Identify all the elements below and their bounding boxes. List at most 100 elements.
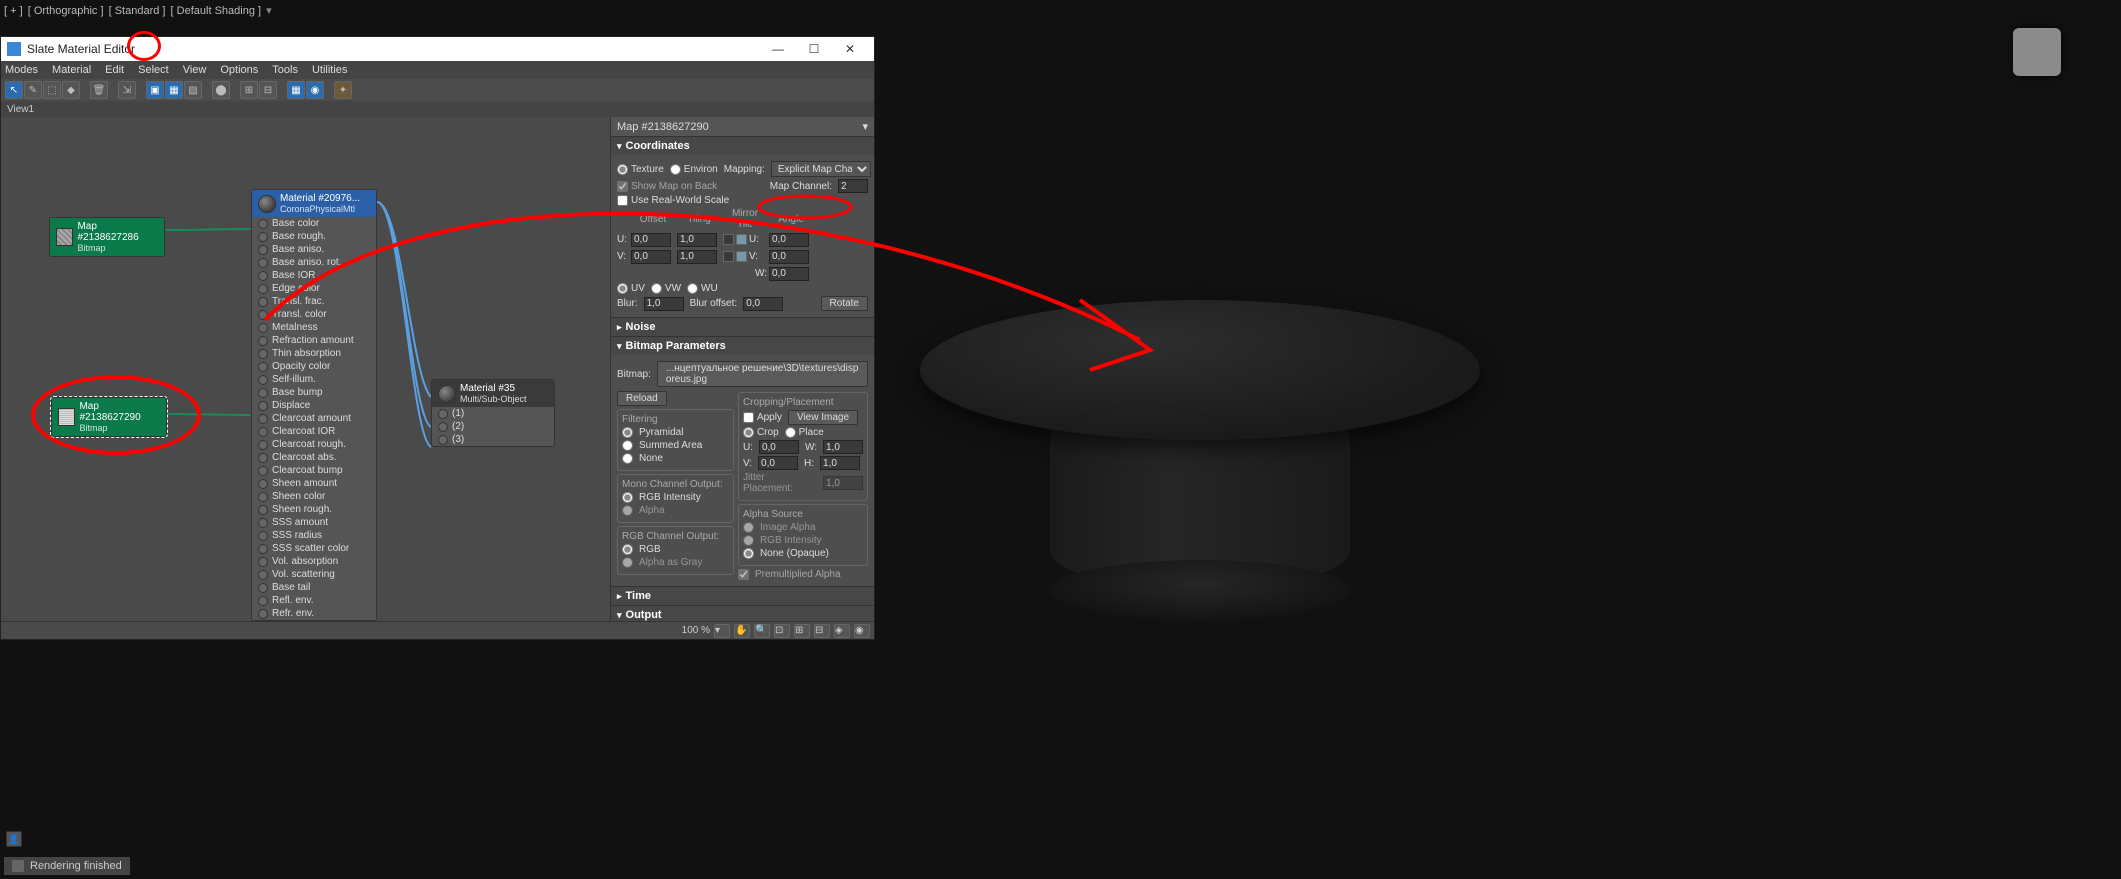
view-image-button[interactable]: View Image [788,410,858,425]
radio-none-filter[interactable]: None [622,453,729,464]
window-titlebar[interactable]: Slate Material Editor — ☐ ✕ [1,37,874,61]
layout-children-icon[interactable]: ⊟ [259,81,277,99]
material-slot[interactable]: Self-illum. [252,373,376,386]
v-angle-spinner[interactable] [769,250,809,264]
material-slot[interactable]: Vol. absorption [252,555,376,568]
radio-environ[interactable]: Environ [670,164,718,175]
rollout-time[interactable]: Time [611,586,874,605]
radio-crop[interactable]: Crop [743,427,779,438]
blur-spinner[interactable] [644,297,684,311]
material-slot[interactable]: Edge color [252,282,376,295]
menu-select[interactable]: Select [138,64,169,76]
v-tile-check[interactable] [736,251,747,262]
v-tiling-spinner[interactable] [677,250,717,264]
node-canvas[interactable]: Map #2138627286 Bitmap Map #2138627290 B… [1,117,610,621]
u-mirror-check[interactable] [723,234,734,245]
pick-material-icon[interactable]: ✎ [24,81,42,99]
mapping-select[interactable]: Explicit Map Channel [771,161,871,177]
radio-none-opaque[interactable]: None (Opaque) [743,548,863,559]
parameter-title[interactable]: Map #2138627290▾ [611,117,874,136]
rollout-output[interactable]: Output [611,605,874,621]
pan-selected-icon[interactable]: ◈ [834,624,850,638]
material-slot[interactable]: Base bump [252,386,376,399]
layout-all-icon[interactable]: ◉ [854,624,870,638]
radio-vw[interactable]: VW [651,283,681,294]
show-background-icon[interactable]: ▨ [184,81,202,99]
delete-icon[interactable]: 🗑 [90,81,108,99]
material-slot[interactable]: Clearcoat bump [252,464,376,477]
w-angle-spinner[interactable] [769,267,809,281]
rollout-bitmap-params[interactable]: Bitmap Parameters [611,336,874,355]
maximize-button[interactable]: ☐ [796,37,832,61]
material-slot[interactable]: Vol. scattering [252,568,376,581]
close-button[interactable]: ✕ [832,37,868,61]
radio-wu[interactable]: WU [687,283,718,294]
zoom-dropdown-icon[interactable]: ▾ [714,624,730,638]
material-slot[interactable]: Refr. env. [252,607,376,620]
options-icon[interactable]: ✦ [334,81,352,99]
crop-h-spinner[interactable] [820,456,860,470]
viewport-label[interactable]: [ + ] [ Orthographic ] [ Standard ] [ De… [4,4,274,17]
material-slot[interactable]: Base IOR [252,269,376,282]
zoom-region-icon[interactable]: ⊡ [774,624,790,638]
crop-u-spinner[interactable] [759,440,799,454]
assign-material-icon[interactable]: ⬚ [43,81,61,99]
reload-button[interactable]: Reload [617,391,667,406]
menu-tools[interactable]: Tools [272,64,298,76]
material-slot[interactable]: Base aniso. [252,243,376,256]
menu-material[interactable]: Material [52,64,91,76]
multisub-slot[interactable]: (2) [432,420,554,433]
show-map-off-icon[interactable]: ▦ [165,81,183,99]
radio-alpha-gray[interactable]: Alpha as Gray [622,557,729,568]
node-multisub[interactable]: Material #35 Multi/Sub-Object (1)(2)(3) [431,379,555,447]
material-slot[interactable]: SSS scatter color [252,542,376,555]
menu-edit[interactable]: Edit [105,64,124,76]
material-slot[interactable]: Sheen amount [252,477,376,490]
node-bitmap-2[interactable]: Map #2138627290 Bitmap [51,397,167,437]
radio-rgb[interactable]: RGB [622,544,729,555]
v-offset-spinner[interactable] [631,250,671,264]
grid-icon[interactable]: ▦ [287,81,305,99]
material-slot[interactable]: Base rough. [252,230,376,243]
layout-icon[interactable]: ⊞ [240,81,258,99]
view-tab[interactable]: View1 [1,101,874,117]
crop-w-spinner[interactable] [823,440,863,454]
material-slot[interactable]: Thin absorption [252,347,376,360]
radio-pyramidal[interactable]: Pyramidal [622,427,729,438]
u-tile-check[interactable] [736,234,747,245]
viewcube[interactable] [2013,28,2061,76]
material-slot[interactable]: Clearcoat rough. [252,438,376,451]
radio-rgb-intensity[interactable]: RGB Intensity [622,492,729,503]
blur-offset-spinner[interactable] [743,297,783,311]
multisub-slot[interactable]: (1) [432,407,554,420]
menu-options[interactable]: Options [220,64,258,76]
minimize-button[interactable]: — [760,37,796,61]
u-tiling-spinner[interactable] [677,233,717,247]
material-slot[interactable]: Base aniso. rot. [252,256,376,269]
material-slot[interactable]: Transl. color [252,308,376,321]
bitmap-path-button[interactable]: ...нцептуальное решение\3D\textures\disp… [657,361,868,387]
map-channel-spinner[interactable] [838,179,868,193]
show-map-check[interactable]: Show Map on Back [617,181,717,192]
material-slot[interactable]: Transl. frac. [252,295,376,308]
radio-summed[interactable]: Summed Area [622,440,729,451]
zoom-level[interactable]: 100 % [682,625,710,636]
crop-v-spinner[interactable] [758,456,798,470]
material-slot[interactable]: Displace [252,399,376,412]
u-offset-spinner[interactable] [631,233,671,247]
zoom-selected-icon[interactable]: ⊟ [814,624,830,638]
chevron-down-icon[interactable]: ▾ [862,120,868,133]
rollout-coordinates[interactable]: Coordinates [611,136,874,155]
multisub-slot[interactable]: (3) [432,433,554,446]
material-slot[interactable]: Base tail [252,581,376,594]
move-children-icon[interactable]: ⇲ [118,81,136,99]
radio-uv[interactable]: UV [617,283,645,294]
rollout-noise[interactable]: Noise [611,317,874,336]
material-slot[interactable]: Base color [252,217,376,230]
apply-check[interactable]: Apply [743,412,782,423]
premultiplied-check[interactable]: Premultiplied Alpha [738,569,868,580]
preview-icon[interactable]: ◉ [306,81,324,99]
zoom-extents-icon[interactable]: ⊞ [794,624,810,638]
menu-view[interactable]: View [183,64,207,76]
material-slot[interactable]: Clearcoat abs. [252,451,376,464]
